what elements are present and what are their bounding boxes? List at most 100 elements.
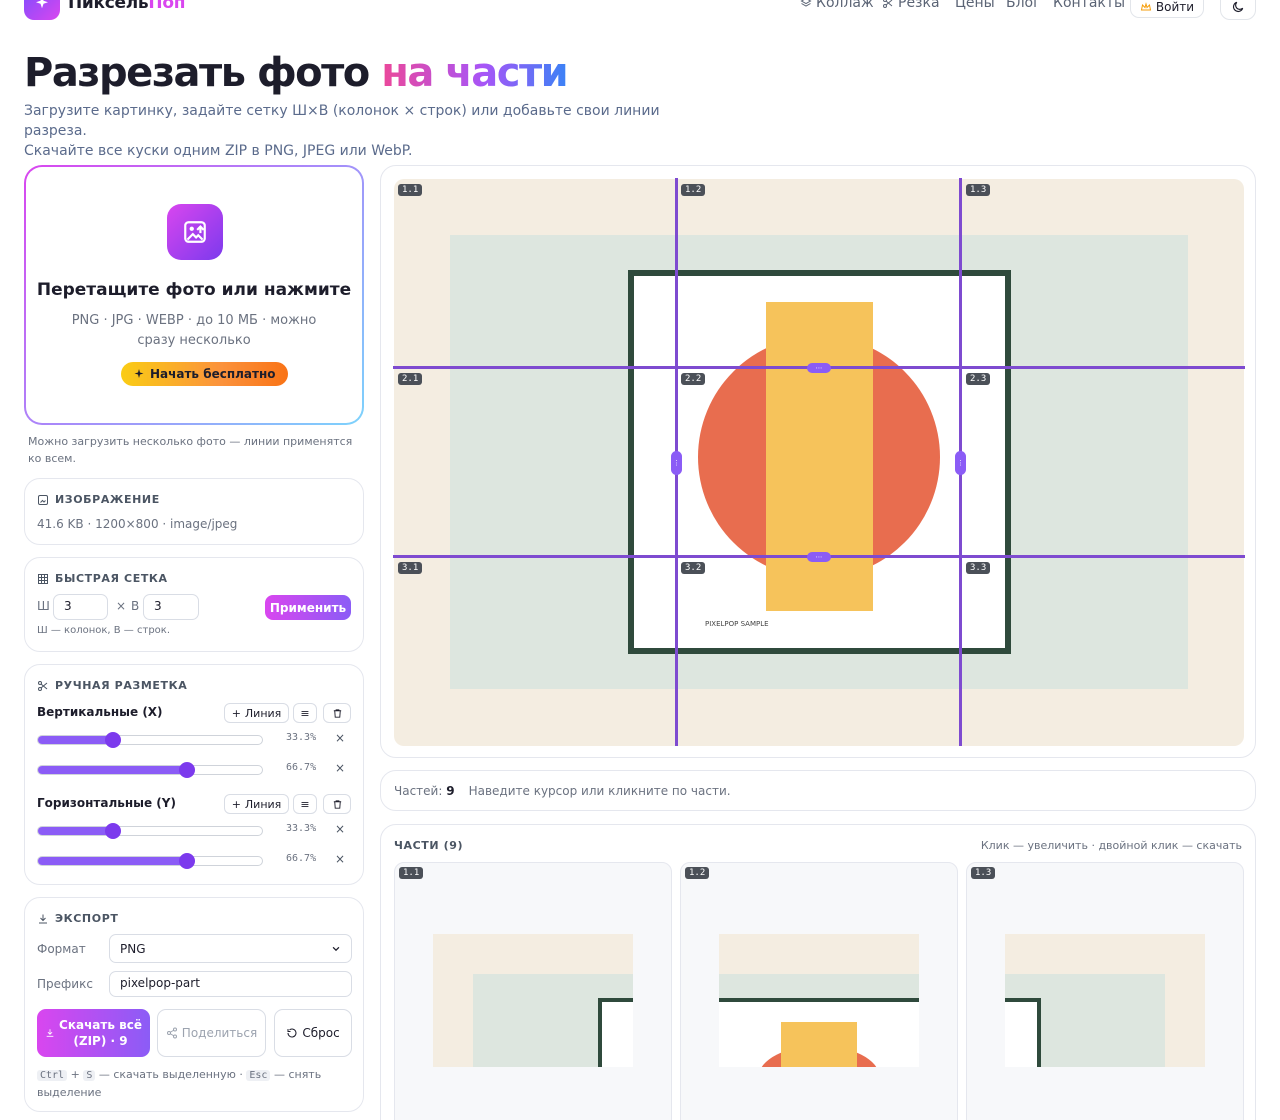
- nav-cut-label: Резка: [898, 0, 940, 11]
- share-button[interactable]: Поделиться: [157, 1009, 266, 1057]
- horizontal-slider-2-knob[interactable]: [179, 853, 196, 869]
- reset-icon: [287, 1028, 297, 1038]
- vertical-distribute-button[interactable]: ≡: [293, 703, 317, 723]
- horizontal-2-value: 66.7%: [286, 853, 317, 864]
- horizontal-clear-button[interactable]: [323, 794, 351, 814]
- subtitle-line-1: Загрузите картинку, задайте сетку Ш×В (к…: [24, 103, 660, 139]
- plus-icon: +: [231, 797, 241, 811]
- remove-vertical-2-icon[interactable]: ×: [335, 761, 345, 775]
- download-icon: [46, 1029, 54, 1037]
- vertical-clear-button[interactable]: [323, 703, 351, 723]
- image-info-heading-text: ИЗОБРАЖЕНИЕ: [55, 493, 160, 506]
- tile-tag: 1.2: [685, 867, 710, 879]
- nav-prices[interactable]: Цены: [955, 0, 995, 11]
- reset-button[interactable]: Сброс: [274, 1009, 352, 1057]
- cell-tag: 3.1: [398, 562, 423, 574]
- shortcut-hint: Ctrl + S — скачать выделенную · Esc — сн…: [37, 1066, 337, 1101]
- image-bar: [766, 302, 873, 611]
- grid-help: Ш — колонок, В — строк.: [37, 625, 170, 636]
- cell-tag: 3.3: [966, 562, 991, 574]
- download-all-button[interactable]: Скачать всё (ZIP) · 9: [37, 1009, 150, 1057]
- cols-input[interactable]: 3: [53, 594, 108, 620]
- scissors-icon: [38, 680, 48, 691]
- cols-label: Ш: [37, 599, 50, 613]
- nav-contacts-label: Контакты: [1053, 0, 1126, 11]
- cell-tag: 1.3: [966, 184, 991, 196]
- nav-blog-label: Блог: [1006, 0, 1041, 11]
- remove-horizontal-2-icon[interactable]: ×: [335, 852, 345, 866]
- part-tile[interactable]: 1.1: [394, 862, 672, 1120]
- parts-count-value: 9: [446, 783, 455, 798]
- plus-icon: +: [231, 706, 241, 720]
- vertical-handle-1[interactable]: ⋮: [671, 451, 682, 475]
- theme-toggle[interactable]: [1220, 0, 1256, 20]
- prefix-input[interactable]: pixelpop-part: [109, 971, 352, 997]
- logo[interactable]: [24, 0, 60, 20]
- brand-name[interactable]: ПиксельПоп: [68, 0, 185, 13]
- image-edit-icon: [38, 494, 48, 505]
- page-title: Разрезать фото на части: [24, 50, 569, 96]
- trash-icon: [333, 708, 341, 718]
- parts-count: Частей: 9: [394, 784, 455, 798]
- kbd-s: S: [83, 1070, 96, 1081]
- cell-tag: 1.2: [681, 184, 706, 196]
- part-tile[interactable]: 1.2: [680, 862, 958, 1120]
- cell-tag: 2.1: [398, 373, 423, 385]
- scissors-icon: [883, 0, 893, 8]
- grid-icon: [38, 573, 48, 584]
- horizontal-handle-1[interactable]: ⋯: [807, 363, 831, 373]
- moon-icon: [1233, 1, 1244, 12]
- remove-horizontal-1-icon[interactable]: ×: [335, 822, 345, 836]
- rows-input[interactable]: 3: [143, 594, 199, 620]
- add-vertical-line-label: Линия: [244, 706, 282, 720]
- vertical-slider-1[interactable]: [37, 732, 263, 748]
- format-label: Формат: [37, 942, 86, 956]
- preview-image[interactable]: PIXELPOP SAMPLE: [394, 179, 1244, 746]
- sparkle-logo-icon: [36, 0, 48, 9]
- upload-hint: PNG · JPG · WEBP · до 10 МБ · можно сраз…: [71, 313, 317, 348]
- upload-dropzone[interactable]: Перетащите фото или нажмите PNG · JPG · …: [24, 165, 364, 425]
- brand-part-2: Поп: [148, 0, 186, 13]
- manual-markup-card: РУЧНАЯ РАЗМЕТКА Вертикальные (X) + Линия …: [24, 664, 364, 885]
- vertical-slider-1-fill: [38, 736, 113, 744]
- cell-tag: 1.1: [398, 184, 423, 196]
- add-horizontal-line-button[interactable]: + Линия: [224, 794, 289, 814]
- editor-stage: PIXELPOP SAMPLE ⋯ ⋯ ⋮ ⋮ 1.1 1.2 1.3 2.1 …: [380, 165, 1256, 758]
- tile-tag: 1.1: [399, 867, 424, 879]
- horizontal-slider-1[interactable]: [37, 823, 263, 839]
- crown-icon: [1140, 2, 1152, 11]
- equal-icon: ≡: [300, 706, 310, 720]
- login-label: Войти: [1155, 0, 1195, 14]
- apply-button[interactable]: Применить: [265, 595, 351, 620]
- format-select[interactable]: PNG: [109, 934, 352, 963]
- image-info-card: ИЗОБРАЖЕНИЕ 41.6 KB · 1200×800 · image/j…: [24, 478, 364, 545]
- vertical-1-value: 33.3%: [286, 732, 317, 743]
- start-free-button[interactable]: Начать бесплатно: [121, 362, 288, 386]
- nav-collage[interactable]: Коллаж: [800, 0, 874, 11]
- vertical-slider-2-knob[interactable]: [179, 762, 196, 778]
- nav-contacts[interactable]: Контакты: [1053, 0, 1125, 11]
- trash-icon: [333, 799, 341, 809]
- horizontal-distribute-button[interactable]: ≡: [293, 794, 317, 814]
- nav-cut[interactable]: Резка: [882, 0, 940, 11]
- cell-tag: 2.2: [681, 373, 706, 385]
- vertical-handle-2[interactable]: ⋮: [955, 451, 966, 475]
- share-label: Поделиться: [181, 1026, 258, 1040]
- format-value: PNG: [120, 941, 146, 956]
- horizontal-handle-2[interactable]: ⋯: [807, 552, 831, 562]
- horizontal-slider-1-knob[interactable]: [104, 823, 121, 839]
- add-horizontal-line-label: Линия: [244, 797, 282, 811]
- add-vertical-line-button[interactable]: + Линия: [224, 703, 289, 723]
- part-tile[interactable]: 1.3: [966, 862, 1244, 1120]
- nav-blog[interactable]: Блог: [1006, 0, 1040, 11]
- horizontal-slider-2[interactable]: [37, 853, 263, 869]
- remove-vertical-1-icon[interactable]: ×: [335, 731, 345, 745]
- image-upload-icon: [167, 204, 223, 260]
- upload-title: Перетащите фото или нажмите: [36, 280, 352, 300]
- chevron-down-icon: [332, 946, 340, 951]
- download-icon: [39, 914, 47, 923]
- vertical-slider-1-knob[interactable]: [104, 732, 121, 748]
- login-button[interactable]: Войти: [1130, 0, 1204, 18]
- brand-part-1: Пиксель: [68, 0, 149, 13]
- vertical-slider-2[interactable]: [37, 762, 263, 778]
